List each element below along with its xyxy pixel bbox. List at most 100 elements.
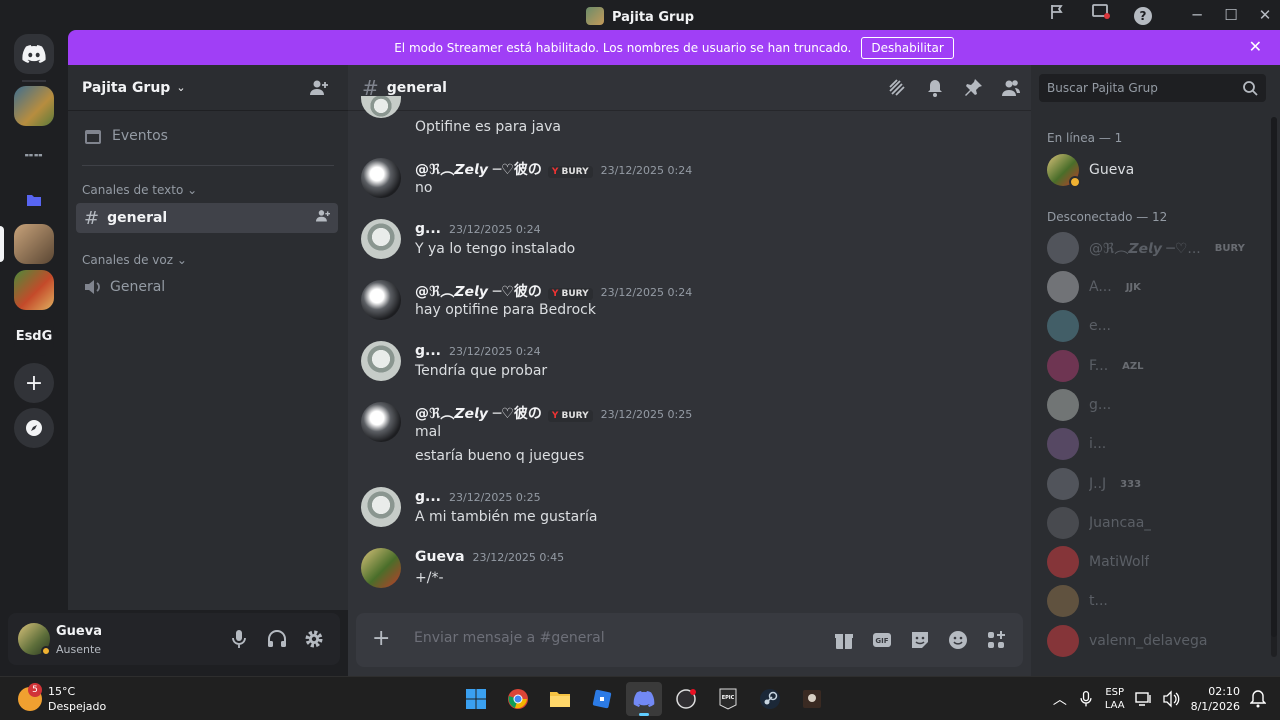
- avatar[interactable]: [361, 487, 401, 527]
- clock[interactable]: 02:10 8/1/2026: [1191, 684, 1240, 714]
- gear-icon[interactable]: [303, 628, 325, 650]
- attach-plus-icon[interactable]: +: [372, 627, 390, 651]
- microphone-icon[interactable]: [1077, 690, 1095, 708]
- file-explorer-icon[interactable]: [542, 682, 578, 716]
- epic-games-icon[interactable]: EPIC: [710, 682, 746, 716]
- invite-icon[interactable]: [316, 209, 330, 227]
- message-composer[interactable]: + Enviar mensaje a #general GIF: [356, 613, 1023, 667]
- idle-status-icon: [1069, 176, 1081, 188]
- member-item[interactable]: Gueva: [1047, 153, 1267, 188]
- member-item[interactable]: i...: [1047, 427, 1267, 461]
- chevron-up-icon[interactable]: ︿: [1053, 689, 1067, 709]
- disable-streamer-button[interactable]: Deshabilitar: [861, 36, 954, 59]
- steam-icon[interactable]: [752, 682, 788, 716]
- discord-taskbar-icon[interactable]: [626, 682, 662, 716]
- username[interactable]: Gueva: [56, 624, 102, 639]
- avatar: [1047, 507, 1079, 539]
- collapsed-folder-icon[interactable]: ╍╍: [14, 136, 54, 176]
- chrome-icon[interactable]: [500, 682, 536, 716]
- avatar[interactable]: [361, 158, 401, 198]
- member-item[interactable]: A... JJK: [1047, 270, 1267, 304]
- member-item[interactable]: t...: [1047, 584, 1267, 618]
- emoji-icon[interactable]: [947, 629, 969, 651]
- members-icon[interactable]: [1001, 78, 1021, 98]
- member-item[interactable]: F... AZL: [1047, 349, 1267, 383]
- message-author[interactable]: g... 23/12/2025 0:24: [415, 221, 541, 237]
- avatar[interactable]: [361, 548, 401, 588]
- svg-text:GIF: GIF: [875, 637, 888, 645]
- folder-icon[interactable]: [14, 180, 54, 220]
- guild-tag: 333: [1120, 478, 1142, 490]
- avatar[interactable]: [361, 341, 401, 381]
- obs-icon[interactable]: [668, 682, 704, 716]
- add-server-icon[interactable]: +: [14, 363, 54, 403]
- discord-home-icon[interactable]: [14, 34, 54, 74]
- message-author[interactable]: @ℜ︵𝙕𝙚𝙡𝙮 ─♡彼の Y BURY 23/12/2025 0:24: [415, 159, 692, 179]
- member-item[interactable]: @ℜ︵𝙕𝙚𝙡𝙮 ─♡... BURY: [1047, 231, 1267, 265]
- threads-icon[interactable]: [887, 78, 907, 98]
- message-input[interactable]: Enviar mensaje a #general: [414, 630, 605, 646]
- member-item[interactable]: Juancaa_: [1047, 506, 1267, 540]
- input-language[interactable]: ESP LAA: [1105, 686, 1125, 712]
- invite-people-icon[interactable]: [310, 79, 328, 101]
- svg-text:EPIC: EPIC: [722, 695, 735, 701]
- server-icon-3[interactable]: [14, 270, 54, 310]
- volume-icon[interactable]: [1162, 690, 1181, 708]
- pin-icon[interactable]: [963, 78, 983, 98]
- notification-bell-icon[interactable]: [1249, 690, 1268, 708]
- message-timestamp: 23/12/2025 0:24: [600, 286, 693, 299]
- roblox-icon[interactable]: [584, 682, 620, 716]
- bell-icon[interactable]: [925, 78, 945, 98]
- gif-icon[interactable]: GIF: [871, 629, 893, 651]
- channel-voice-general[interactable]: General: [76, 272, 338, 302]
- server-icon-pajita-grup[interactable]: [14, 224, 54, 264]
- sticker-icon[interactable]: [909, 629, 931, 651]
- avatar[interactable]: [361, 219, 401, 259]
- member-item[interactable]: valenn_delavega: [1047, 624, 1267, 658]
- avatar[interactable]: [361, 96, 401, 118]
- scrollbar-thumb[interactable]: [1271, 117, 1277, 637]
- stream-icon[interactable]: [1087, 4, 1115, 26]
- channel-label: general: [107, 210, 168, 226]
- channel-general[interactable]: # general: [76, 203, 338, 233]
- windows-start-icon[interactable]: [458, 682, 494, 716]
- close-window-button[interactable]: ✕: [1251, 4, 1279, 26]
- game-app-icon[interactable]: [794, 682, 830, 716]
- search-input[interactable]: Buscar Pajita Grup: [1039, 74, 1266, 102]
- member-item[interactable]: g...: [1047, 388, 1267, 422]
- avatar[interactable]: [361, 280, 401, 320]
- minimize-button[interactable]: ─: [1183, 4, 1211, 26]
- headphones-icon[interactable]: [266, 628, 288, 650]
- member-item[interactable]: J..J 333: [1047, 467, 1267, 501]
- explore-compass-icon[interactable]: [14, 408, 54, 448]
- member-item[interactable]: MatiWolf: [1047, 545, 1267, 579]
- avatar: [1047, 546, 1079, 578]
- chat-header: # general: [348, 65, 1031, 111]
- category-text-channels[interactable]: Canales de texto ⌄: [82, 183, 197, 197]
- server-header[interactable]: Pajita Grup ⌄: [68, 65, 348, 111]
- help-icon[interactable]: ?: [1129, 4, 1157, 26]
- microphone-icon[interactable]: [228, 628, 250, 650]
- message-author[interactable]: @ℜ︵𝙕𝙚𝙡𝙮 ─♡彼の Y BURY 23/12/2025 0:25: [415, 403, 692, 423]
- avatar[interactable]: [361, 402, 401, 442]
- member-item[interactable]: e...: [1047, 309, 1267, 343]
- apps-icon[interactable]: [985, 629, 1007, 651]
- close-icon[interactable]: ✕: [1249, 37, 1262, 56]
- server-esdg[interactable]: EsdG: [14, 316, 54, 356]
- gift-icon[interactable]: [833, 629, 855, 651]
- streamer-mode-banner: El modo Streamer está habilitado. Los no…: [68, 30, 1280, 65]
- message-author[interactable]: g... 23/12/2025 0:24: [415, 343, 541, 359]
- message-author[interactable]: g... 23/12/2025 0:25: [415, 489, 541, 505]
- message-author[interactable]: Gueva 23/12/2025 0:45: [415, 549, 564, 565]
- events-item[interactable]: Eventos: [84, 127, 168, 145]
- user-status: Ausente: [56, 643, 102, 656]
- message-author[interactable]: @ℜ︵𝙕𝙚𝙡𝙮 ─♡彼の Y BURY 23/12/2025 0:24: [415, 281, 692, 301]
- category-voice-channels[interactable]: Canales de voz ⌄: [82, 253, 187, 267]
- flag-icon[interactable]: [1043, 4, 1071, 26]
- avatar: [1047, 350, 1079, 382]
- network-icon[interactable]: [1134, 690, 1153, 708]
- member-scrollbar[interactable]: [1271, 117, 1277, 657]
- maximize-button[interactable]: ☐: [1217, 4, 1245, 26]
- message-text: no: [415, 180, 433, 196]
- server-icon-1[interactable]: [14, 86, 54, 126]
